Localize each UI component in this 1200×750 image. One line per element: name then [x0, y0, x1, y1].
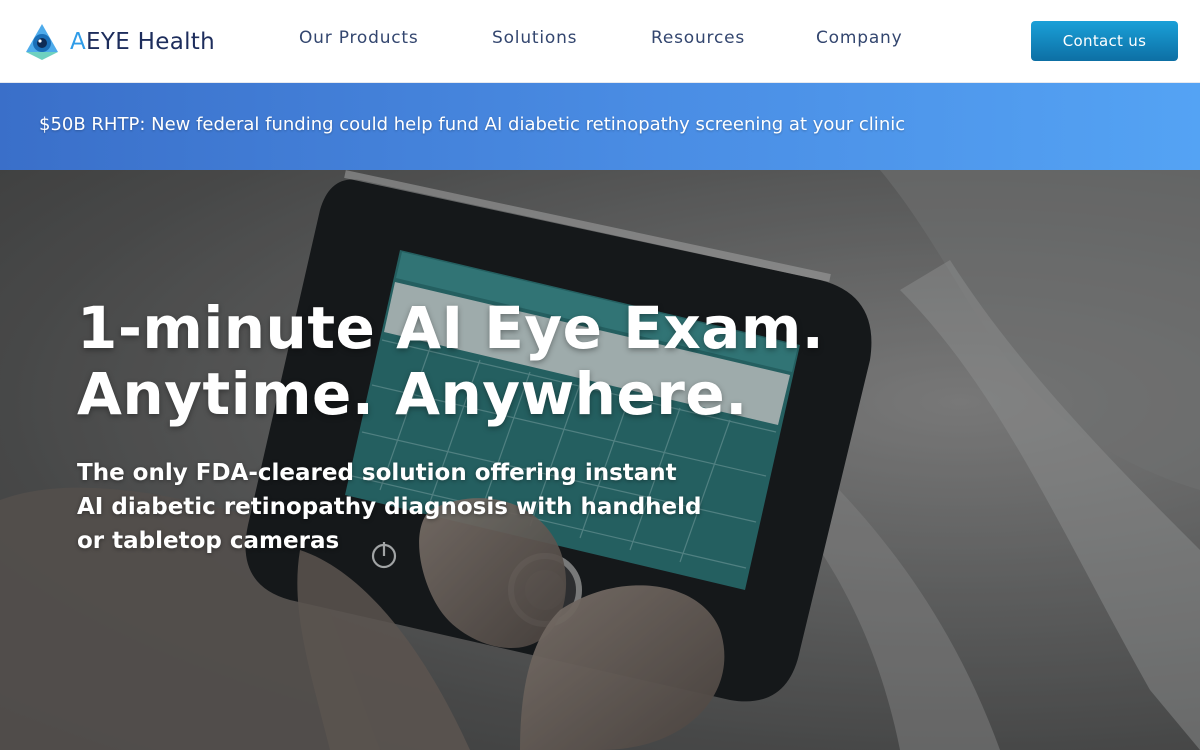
announcement-banner[interactable]: $50B RHTP: New federal funding could hel… [0, 83, 1200, 170]
eye-logo-icon [22, 22, 62, 62]
nav-item-solutions[interactable]: Solutions [492, 28, 577, 48]
site-header: AEYE Health Our Products Solutions Resou… [0, 0, 1200, 83]
hero-title: 1-minute AI Eye Exam. Anytime. Anywhere. [77, 295, 824, 427]
hero-title-line-1: 1-minute AI Eye Exam. [77, 294, 825, 362]
brand-logo[interactable]: AEYE Health [22, 22, 215, 62]
announcement-text[interactable]: $50B RHTP: New federal funding could hel… [39, 114, 905, 135]
nav-item-our-products[interactable]: Our Products [299, 28, 419, 48]
hero-subtitle-line-2: AI diabetic retinopathy diagnosis with h… [77, 494, 702, 520]
contact-us-button[interactable]: Contact us [1031, 21, 1178, 61]
nav-item-company[interactable]: Company [816, 28, 902, 48]
brand-name-rest: EYE Health [86, 29, 215, 55]
brand-name-prefix: A [70, 29, 87, 55]
brand-name: AEYE Health [70, 29, 215, 55]
hero-section: 1-minute AI Eye Exam. Anytime. Anywhere.… [0, 170, 1200, 750]
nav-item-resources[interactable]: Resources [651, 28, 745, 48]
hero-subtitle-line-3: or tabletop cameras [77, 528, 340, 554]
hero-subtitle-line-1: The only FDA-cleared solution offering i… [77, 460, 677, 486]
hero-title-line-2: Anytime. Anywhere. [77, 360, 748, 428]
hero-subtitle: The only FDA-cleared solution offering i… [77, 456, 717, 558]
